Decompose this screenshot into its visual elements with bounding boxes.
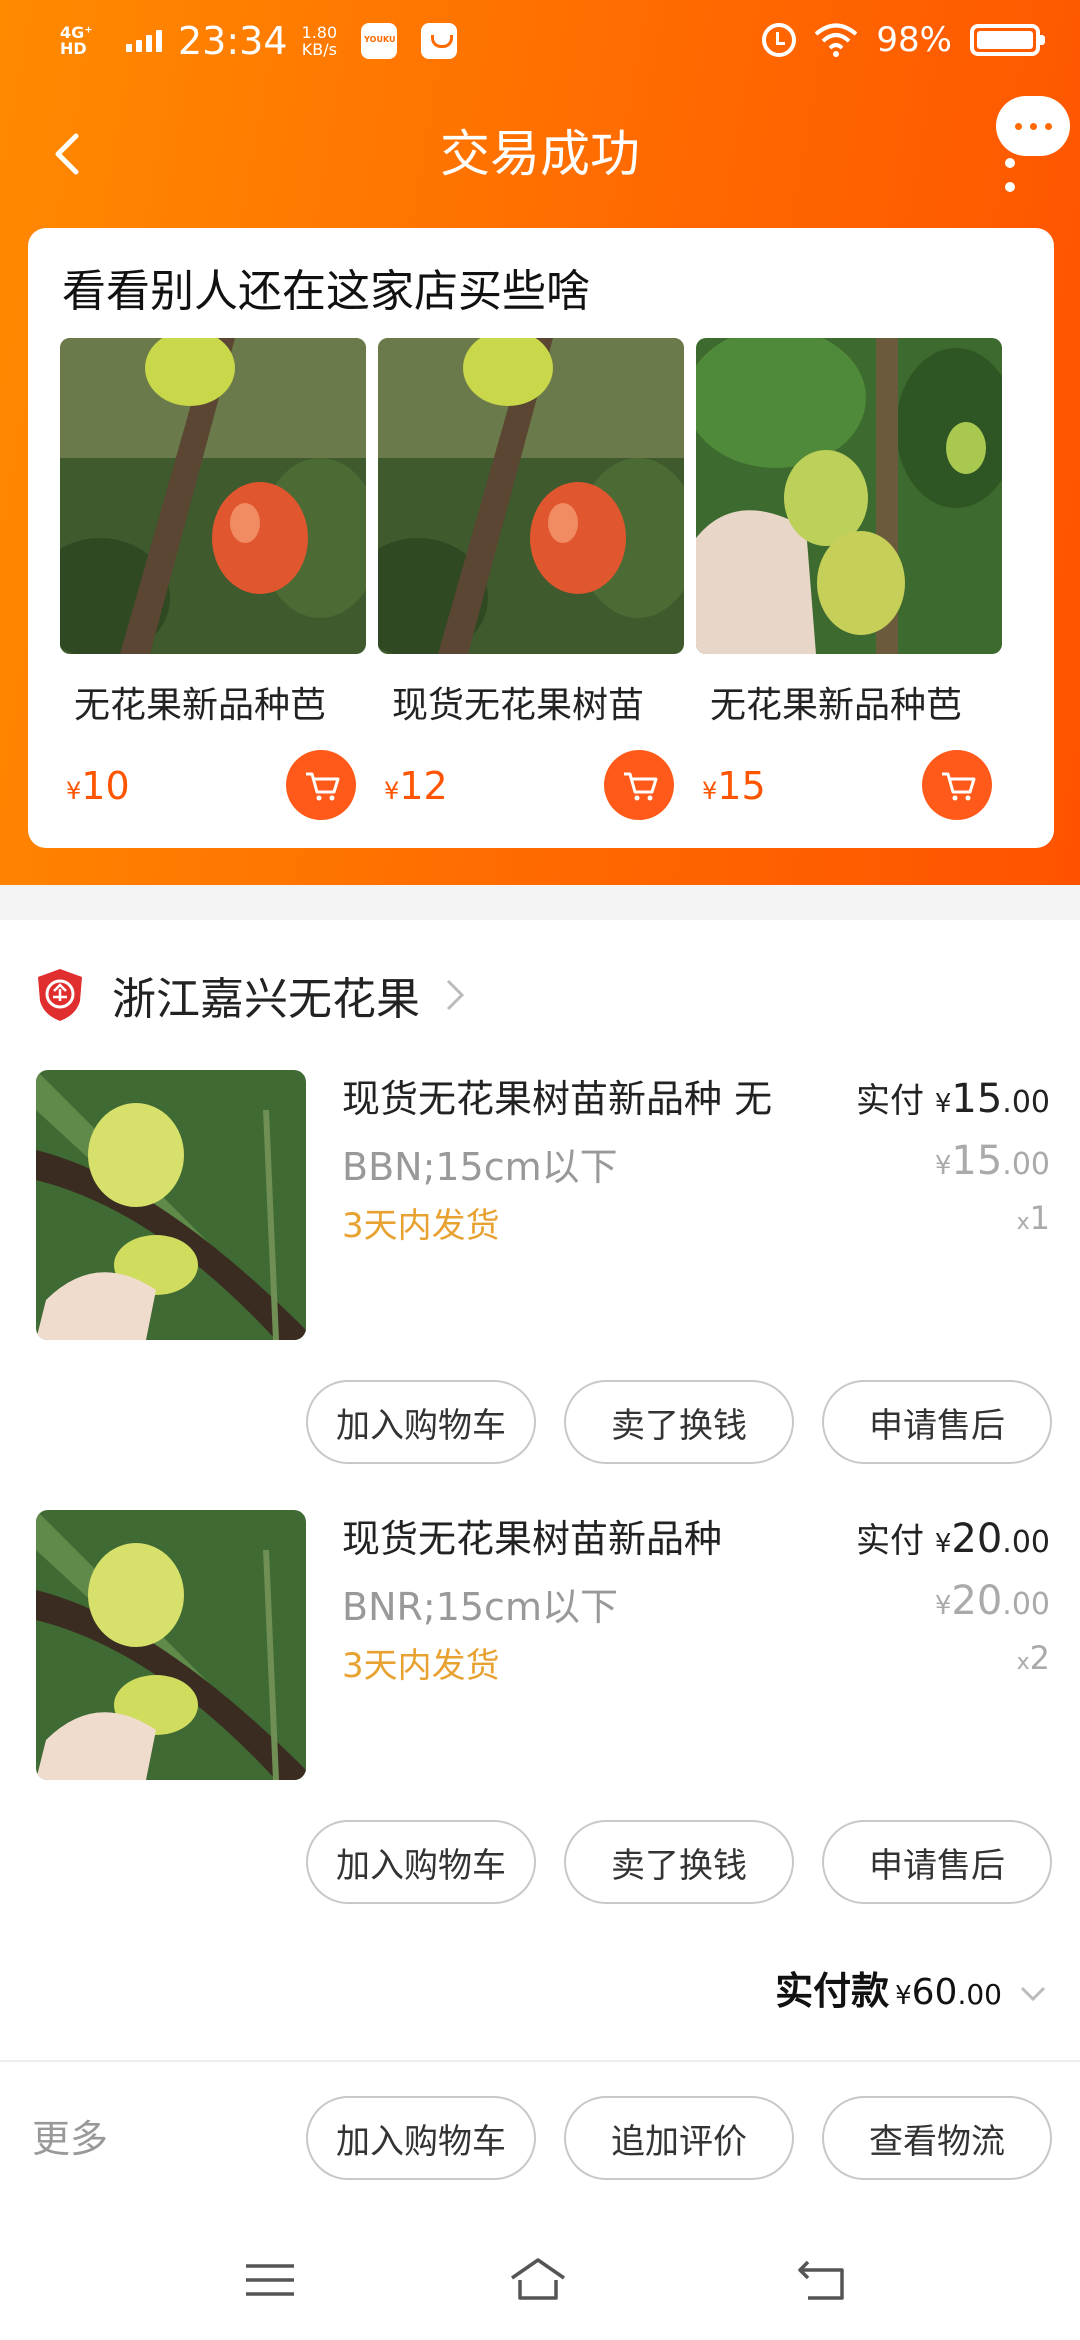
paid-price: 实付 ¥15.00 xyxy=(856,1076,1050,1122)
cart-icon xyxy=(624,772,658,801)
more-options-button[interactable] xyxy=(996,96,1070,156)
order-item: 现货无花果树苗新品种 BNR;15cm以下 3天内发货 实付 ¥20.00 ¥2… xyxy=(0,1510,1080,1950)
recommend-item[interactable]: 无花果新品种芭 ¥15 xyxy=(696,338,1002,820)
order-actions: 加入购物车 追加评价 查看物流 xyxy=(306,2096,1052,2180)
page-title: 交易成功 xyxy=(440,125,640,183)
product-image[interactable] xyxy=(36,1070,306,1340)
menu-nav-button[interactable] xyxy=(240,2252,300,2308)
order-total[interactable]: 实付款 ¥60.00 xyxy=(775,1960,1050,2015)
recommend-item[interactable]: 无花果新品种芭 ¥10 xyxy=(60,338,366,820)
product-sku: BNR;15cm以下 xyxy=(342,1585,618,1629)
recommend-item-price: ¥12 xyxy=(384,764,448,808)
add-to-cart-button[interactable] xyxy=(604,750,674,820)
item-actions: 加入购物车 卖了换钱 申请售后 xyxy=(306,1820,1052,1904)
shipping-note: 3天内发货 xyxy=(342,1206,500,1246)
cart-icon xyxy=(942,772,976,801)
title-bar: 交易成功 xyxy=(0,96,1080,216)
battery-icon xyxy=(970,24,1045,56)
bottom-action-bar: 更多 加入购物车 追加评价 查看物流 xyxy=(0,2060,1080,2220)
view-logistics-button[interactable]: 查看物流 xyxy=(822,2096,1052,2180)
order-section: 浙江嘉兴无花果 现货无花果树苗新品种 无 BBN;15cm以下 3天内发货 实付… xyxy=(0,920,1080,2060)
order-item: 现货无花果树苗新品种 无 BBN;15cm以下 3天内发货 实付 ¥15.00 … xyxy=(0,1070,1080,1510)
status-bar: 4G⁺ HD 23:34 1.80 KB/s 98% xyxy=(0,0,1080,84)
menu-dots-icon[interactable] xyxy=(1005,158,1015,206)
item-actions: 加入购物车 卖了换钱 申请售后 xyxy=(306,1380,1052,1464)
recommend-title: 看看别人还在这家店买些啥 xyxy=(62,266,590,317)
wifi-icon xyxy=(815,23,858,57)
total-label: 实付款 xyxy=(775,1969,890,2013)
system-nav-bar xyxy=(0,2220,1080,2340)
recommend-item-price: ¥10 xyxy=(66,764,130,808)
shopping-notification-icon xyxy=(421,23,458,59)
chevron-down-icon xyxy=(1020,1986,1046,2002)
more-dot-icon xyxy=(1029,122,1037,130)
add-review-button[interactable]: 追加评价 xyxy=(564,2096,794,2180)
recommend-item-name: 无花果新品种芭 xyxy=(74,685,327,726)
total-amount: 60 xyxy=(911,1972,958,2013)
shop-header[interactable]: 浙江嘉兴无花果 xyxy=(36,960,470,1030)
product-sku: BBN;15cm以下 xyxy=(342,1145,618,1189)
recommend-item-name: 现货无花果树苗 xyxy=(392,685,645,726)
home-icon xyxy=(511,2258,565,2300)
add-to-cart-button[interactable]: 加入购物车 xyxy=(306,1380,536,1464)
add-to-cart-button[interactable]: 加入购物车 xyxy=(306,2096,536,2180)
recommend-item-name: 无花果新品种芭 xyxy=(710,685,963,726)
original-price: ¥15.00 xyxy=(934,1138,1050,1184)
battery-percent: 98% xyxy=(876,20,952,60)
signal-icon xyxy=(126,30,162,52)
cart-icon xyxy=(306,772,340,801)
home-nav-button[interactable] xyxy=(508,2252,568,2308)
more-dot-icon xyxy=(1014,122,1022,130)
more-button[interactable]: 更多 xyxy=(32,2108,108,2163)
original-price: ¥20.00 xyxy=(934,1578,1050,1624)
after-sales-button[interactable]: 申请售后 xyxy=(822,1380,1052,1464)
resell-button[interactable]: 卖了换钱 xyxy=(564,1380,794,1464)
youku-notification-icon xyxy=(361,23,398,59)
back-icon xyxy=(798,2260,844,2300)
quantity: x2 xyxy=(1016,1639,1050,1677)
menu-icon xyxy=(246,2264,294,2296)
after-sales-button[interactable]: 申请售后 xyxy=(822,1820,1052,1904)
add-to-cart-button[interactable]: 加入购物车 xyxy=(306,1820,536,1904)
shop-name: 浙江嘉兴无花果 xyxy=(112,974,420,1025)
product-image xyxy=(378,338,684,654)
product-title[interactable]: 现货无花果树苗新品种 xyxy=(342,1514,822,1564)
recommend-card: 看看别人还在这家店买些啥 无花果新品种芭 ¥10 现货无花果树苗 ¥12 无花果… xyxy=(28,228,1054,848)
add-to-cart-button[interactable] xyxy=(286,750,356,820)
quantity: x1 xyxy=(1016,1199,1050,1237)
paid-price: 实付 ¥20.00 xyxy=(856,1516,1050,1562)
recommend-item-price: ¥15 xyxy=(702,764,766,808)
back-nav-button[interactable] xyxy=(792,2252,852,2308)
shipping-note: 3天内发货 xyxy=(342,1646,500,1686)
product-title[interactable]: 现货无花果树苗新品种 无 xyxy=(342,1074,822,1124)
product-image[interactable] xyxy=(36,1510,306,1780)
network-type: 4G⁺ HD xyxy=(60,23,93,58)
add-to-cart-button[interactable] xyxy=(922,750,992,820)
network-speed: 1.80 KB/s xyxy=(301,23,338,59)
product-image xyxy=(60,338,366,654)
more-dot-icon xyxy=(1044,122,1052,130)
recommend-item[interactable]: 现货无花果树苗 ¥12 xyxy=(378,338,684,820)
enterprise-shield-icon xyxy=(38,969,82,1021)
resell-button[interactable]: 卖了换钱 xyxy=(564,1820,794,1904)
product-image xyxy=(696,338,1002,654)
clock: 23:34 xyxy=(178,19,288,63)
alarm-icon xyxy=(762,23,797,57)
chevron-right-icon xyxy=(446,979,465,1011)
